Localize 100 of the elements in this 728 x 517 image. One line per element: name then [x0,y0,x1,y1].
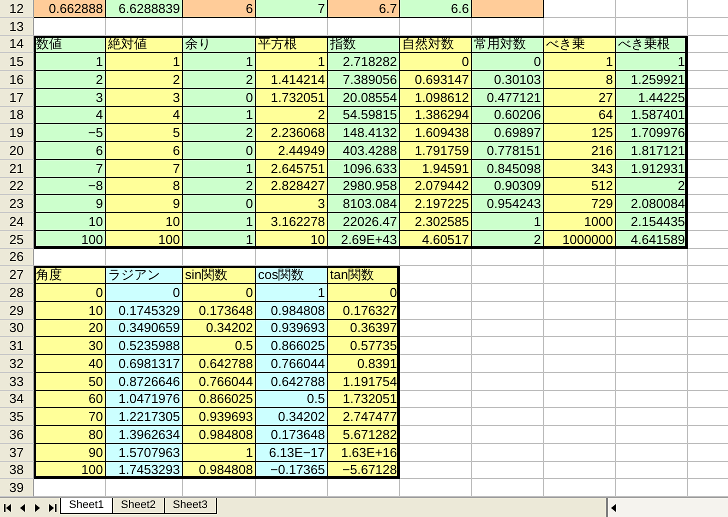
table-cell [472,320,544,338]
row-number[interactable]: 25 [0,230,34,248]
row-number[interactable]: 30 [0,320,34,338]
row-number[interactable]: 21 [0,160,34,178]
table-cell [472,408,544,426]
table-cell: 3 [34,88,106,106]
row-number[interactable]: 37 [0,444,34,462]
table-cell: 0.477121 [472,88,544,106]
table-cell: 5 [106,124,183,142]
row-number[interactable]: 38 [0,462,34,480]
row-number[interactable]: 20 [0,142,34,160]
table-cell: sin関数 [183,266,256,284]
table-cell: 90 [34,444,106,462]
table-cell: 1.817121 [616,142,688,160]
table-cell: 6 [106,142,183,160]
table-cell: −5 [34,124,106,142]
table-cell [616,337,688,355]
row-number[interactable]: 18 [0,106,34,124]
table-cell [400,302,472,320]
table-cell: 1.386294 [400,106,472,124]
table-cell: 2.236068 [256,124,328,142]
table-cell: 1.912931 [616,160,688,178]
table-cell: 8 [106,178,183,196]
table-cell: 指数 [328,36,400,54]
row-number[interactable]: 22 [0,178,34,196]
table-cell: 1.191754 [328,372,400,390]
table-cell: 0.954243 [472,195,544,213]
table-cell: 0.8726646 [106,372,183,390]
table-cell [616,266,688,284]
table-cell: 9 [34,195,106,213]
table-cell: 0.984808 [183,426,256,444]
row-number[interactable]: 15 [0,53,34,71]
table-cell: 1.732051 [256,88,328,106]
table-cell [616,390,688,408]
row-number[interactable]: 23 [0,195,34,213]
table-cell: 1 [183,53,256,71]
table-cell: 729 [544,195,616,213]
table-cell [544,408,616,426]
table-cell: 0.34202 [256,408,328,426]
table-cell: 1.0471976 [106,390,183,408]
row-number[interactable]: 28 [0,284,34,302]
table-cell: 6 [34,142,106,160]
table-cell: 1 [256,53,328,71]
table-cell: 1.63E+16 [328,444,400,462]
row-number[interactable]: 19 [0,124,34,142]
table-cell: 常用対数 [472,36,544,54]
table-cell [616,426,688,444]
row-number[interactable]: 34 [0,390,34,408]
table-cell: 0.642788 [183,355,256,373]
table-cell: 1000 [544,213,616,231]
table-cell: 1 [183,160,256,178]
horizontal-scrollbar[interactable] [606,498,728,517]
row-number[interactable]: 17 [0,88,34,106]
table-cell: 0 [183,142,256,160]
row-number[interactable]: 29 [0,302,34,320]
table-cell [400,337,472,355]
table-cell: 0.30103 [472,71,544,89]
table-cell: 125 [544,124,616,142]
row-number[interactable]: 24 [0,213,34,231]
row-number[interactable]: 33 [0,372,34,390]
table-cell: 1.791759 [400,142,472,160]
table-cell: 1.587401 [616,106,688,124]
table-cell: 2.302585 [400,213,472,231]
table-cell: 343 [544,160,616,178]
table-cell: 5.671282 [328,426,400,444]
table-cell: 2.154435 [616,213,688,231]
sheet-tab[interactable]: Sheet2 [112,498,165,514]
table-cell: 1.732051 [328,390,400,408]
table-cell [400,284,472,302]
row-number[interactable]: 13 [0,18,34,36]
table-cell: tan関数 [328,266,400,284]
row-number[interactable]: 26 [0,248,34,266]
table-cell: 1 [106,53,183,71]
sheet-tab[interactable]: Sheet3 [164,498,217,514]
table-cell: 0.766044 [256,355,328,373]
table-cell: 角度 [34,266,106,284]
table-cell: 1.098612 [400,88,472,106]
table-cell: べき乗 [544,36,616,54]
table-cell [544,266,616,284]
table-cell: −5.67128 [328,462,400,480]
row-number[interactable]: 32 [0,355,34,373]
table-cell: 4 [106,106,183,124]
row-number[interactable]: 16 [0,71,34,89]
row-number[interactable]: 36 [0,426,34,444]
table-cell: 余り [183,36,256,54]
row-number[interactable]: 31 [0,337,34,355]
table-cell [544,337,616,355]
row-number[interactable]: 12 [0,0,34,18]
row-number[interactable]: 27 [0,266,34,284]
table-cell: 0.57735 [328,337,400,355]
row-number[interactable]: 14 [0,36,34,54]
sheet-tab[interactable]: Sheet1 [60,498,113,514]
table-cell: 1.94591 [400,160,472,178]
row-number[interactable]: 35 [0,408,34,426]
table-cell [544,302,616,320]
table-cell: 0.1745329 [106,302,183,320]
table-cell: 0 [328,284,400,302]
table-cell [616,284,688,302]
table-cell [544,372,616,390]
row-number[interactable]: 39 [0,479,34,497]
